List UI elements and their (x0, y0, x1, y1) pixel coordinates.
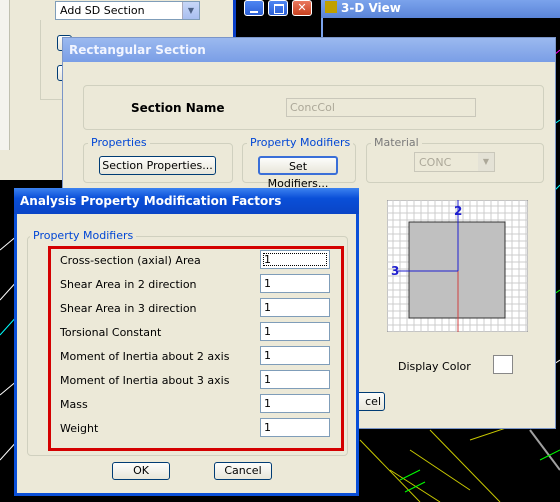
modification-factors-dialog: Analysis Property Modification Factors P… (14, 188, 359, 496)
property-modifiers-group-title: Property Modifiers (247, 136, 354, 149)
rectangular-section-titlebar: Rectangular Section (63, 38, 555, 62)
set-modifiers-button[interactable]: Set Modifiers... (258, 156, 338, 190)
ok-button[interactable]: OK (112, 462, 170, 480)
modifier-input[interactable]: 1 (260, 274, 330, 293)
material-dropdown[interactable]: CONC ▼ (414, 152, 495, 172)
close-icon: ✕ (297, 1, 307, 14)
section-properties-button[interactable]: Section Properties... (99, 156, 216, 175)
modification-factors-title: Analysis Property Modification Factors (20, 194, 282, 208)
maximize-icon (274, 4, 284, 14)
display-color-swatch[interactable] (493, 355, 513, 374)
modifier-label: Cross-section (axial) Area (60, 254, 201, 267)
modifier-input[interactable]: 1 (260, 322, 330, 341)
modifier-input[interactable]: 1 (260, 394, 330, 413)
material-value: CONC (419, 156, 452, 169)
modifier-label: Moment of Inertia about 2 axis (60, 350, 230, 363)
display-color-label: Display Color (398, 360, 471, 373)
axis-2-label: 2 (454, 204, 462, 218)
view-window-icon (325, 1, 337, 13)
modifier-input[interactable]: 1 (260, 298, 330, 317)
section-name-value: ConcCol (290, 101, 335, 114)
modifier-label: Shear Area in 2 direction (60, 278, 197, 291)
add-section-dropdown[interactable]: Add SD Section ▼ (55, 1, 200, 20)
properties-group-title: Properties (88, 136, 150, 149)
section-list-scrollbar[interactable] (0, 0, 10, 150)
view-window-title: 3-D View (341, 1, 401, 15)
modifier-input[interactable]: 1 (260, 370, 330, 389)
modifier-input[interactable]: 1 (260, 250, 330, 269)
axis-3-label: 3 (391, 264, 399, 278)
property-modifiers-frame-title: Property Modifiers (30, 229, 137, 242)
section-shape (408, 221, 506, 319)
modifier-label: Torsional Constant (60, 326, 162, 339)
modifier-label: Weight (60, 422, 99, 435)
chevron-down-icon[interactable]: ▼ (182, 2, 199, 19)
chevron-down-icon[interactable]: ▼ (478, 153, 494, 171)
cancel-button[interactable]: Cancel (214, 462, 272, 480)
section-name-input[interactable]: ConcCol (286, 98, 476, 117)
modifier-label: Moment of Inertia about 3 axis (60, 374, 230, 387)
material-group-title: Material (371, 136, 422, 149)
view-window: ✕ 3-D View (236, 0, 560, 40)
modification-factors-titlebar: Analysis Property Modification Factors (14, 188, 359, 214)
minimize-icon (250, 11, 258, 13)
close-button[interactable]: ✕ (292, 0, 312, 16)
add-section-dropdown-value: Add SD Section (60, 4, 145, 17)
modifier-label: Mass (60, 398, 88, 411)
rect-cancel-label: cel (365, 395, 381, 408)
section-name-label: Section Name (131, 101, 225, 115)
rectangular-section-title: Rectangular Section (69, 43, 206, 57)
minimize-button[interactable] (244, 0, 264, 16)
modifier-label: Shear Area in 3 direction (60, 302, 197, 315)
maximize-button[interactable] (268, 0, 288, 16)
modifier-input[interactable]: 1 (260, 346, 330, 365)
modifier-input[interactable]: 1 (260, 418, 330, 437)
section-preview: 2 3 (387, 200, 528, 332)
